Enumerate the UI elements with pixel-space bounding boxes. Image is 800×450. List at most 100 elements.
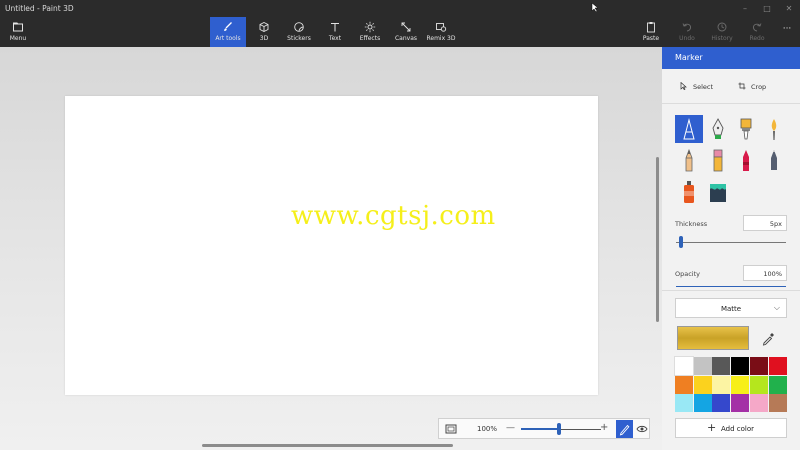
paste-button[interactable]: Paste bbox=[640, 17, 662, 47]
current-color-swatch[interactable] bbox=[677, 326, 749, 350]
tab-label: Canvas bbox=[394, 35, 418, 42]
brush-fill[interactable] bbox=[704, 178, 732, 206]
palette-swatch[interactable] bbox=[768, 357, 787, 375]
action-label: Undo bbox=[679, 35, 695, 42]
add-color-button[interactable]: + Add color bbox=[675, 418, 787, 438]
fit-screen-icon[interactable] bbox=[445, 424, 457, 434]
palette-swatch[interactable] bbox=[712, 357, 731, 375]
workspace: www.cgtsj.com bbox=[0, 47, 662, 450]
drawing-canvas[interactable]: www.cgtsj.com bbox=[65, 96, 598, 395]
palette-swatch[interactable] bbox=[749, 394, 768, 413]
tab-art-tools[interactable]: Art tools bbox=[210, 17, 246, 47]
tab-effects[interactable]: Effects bbox=[356, 17, 384, 47]
finish-value: Matte bbox=[720, 305, 742, 313]
zoom-slider-thumb[interactable] bbox=[557, 423, 561, 435]
crop-button[interactable]: Crop bbox=[738, 82, 766, 91]
sticker-icon bbox=[294, 22, 304, 32]
menu-button[interactable]: Menu bbox=[4, 17, 32, 47]
close-icon[interactable]: ✕ bbox=[783, 3, 795, 14]
history-button[interactable]: History bbox=[708, 17, 736, 47]
horizontal-scrollbar[interactable] bbox=[202, 444, 453, 447]
fill-bucket-icon bbox=[710, 184, 726, 202]
zoom-bar: 100% — + bbox=[438, 418, 650, 439]
brush-pixel-pen[interactable] bbox=[760, 146, 788, 174]
brush-calligraphy-pen[interactable] bbox=[704, 115, 732, 143]
add-color-label: Add color bbox=[721, 425, 755, 433]
palette-swatch[interactable] bbox=[674, 356, 694, 376]
palette-swatch[interactable] bbox=[693, 394, 712, 413]
brush-marker[interactable] bbox=[675, 115, 703, 143]
thickness-slider-track[interactable] bbox=[676, 242, 786, 243]
brush-spray-can[interactable] bbox=[675, 178, 703, 206]
palette-swatch[interactable] bbox=[768, 394, 787, 413]
pen-mode-button[interactable] bbox=[616, 420, 633, 438]
pen-icon bbox=[619, 424, 630, 436]
brush-crayon[interactable] bbox=[732, 146, 760, 174]
text-icon bbox=[331, 23, 339, 32]
tab-stickers[interactable]: Stickers bbox=[284, 17, 314, 47]
pencil-icon bbox=[685, 148, 693, 172]
palette-swatch[interactable] bbox=[675, 375, 693, 394]
select-label: Select bbox=[693, 83, 714, 91]
palette-swatch[interactable] bbox=[731, 394, 750, 413]
opacity-input[interactable]: 100% bbox=[743, 265, 787, 281]
palette-swatch[interactable] bbox=[712, 394, 731, 413]
maximize-icon[interactable]: □ bbox=[761, 3, 773, 14]
brush-icon bbox=[224, 22, 232, 31]
undo-button[interactable]: Undo bbox=[676, 17, 698, 47]
view-icon[interactable] bbox=[636, 424, 648, 434]
brush-watercolor[interactable] bbox=[760, 115, 788, 143]
tab-canvas[interactable]: Canvas bbox=[392, 17, 420, 47]
paste-icon bbox=[647, 22, 655, 33]
palette-swatch[interactable] bbox=[712, 375, 731, 394]
more-icon: ··· bbox=[782, 24, 792, 34]
remix-icon bbox=[436, 23, 447, 32]
watermark-text: www.cgtsj.com bbox=[291, 201, 496, 231]
tab-label: Art tools bbox=[215, 35, 241, 42]
redo-icon bbox=[752, 23, 762, 32]
spray-can-icon bbox=[684, 181, 694, 203]
zoom-out-button[interactable]: — bbox=[506, 423, 515, 433]
palette-swatch[interactable] bbox=[675, 394, 693, 413]
palette-swatch[interactable] bbox=[731, 357, 750, 375]
tab-label: 3D bbox=[259, 35, 269, 42]
watercolor-icon bbox=[771, 119, 777, 140]
tab-label: Remix 3D bbox=[426, 35, 456, 42]
select-button[interactable]: Select bbox=[680, 81, 714, 91]
palette-swatch[interactable] bbox=[749, 357, 768, 375]
pixel-pen-icon bbox=[771, 150, 777, 170]
palette-swatch[interactable] bbox=[731, 375, 750, 394]
panel-header: Marker bbox=[662, 47, 800, 69]
title-bar: Untitled - Paint 3D – □ ✕ bbox=[0, 0, 800, 17]
tab-remix-3d[interactable]: Remix 3D bbox=[426, 17, 456, 47]
minimize-icon[interactable]: – bbox=[739, 3, 751, 14]
thickness-input[interactable]: 5px bbox=[743, 215, 787, 231]
redo-button[interactable]: Redo bbox=[746, 17, 768, 47]
more-button[interactable]: ··· bbox=[778, 17, 796, 47]
vertical-scrollbar[interactable] bbox=[656, 157, 659, 322]
brush-oil[interactable] bbox=[732, 115, 760, 143]
palette-swatch[interactable] bbox=[749, 375, 768, 394]
zoom-slider-fill bbox=[521, 428, 559, 430]
action-label: Paste bbox=[642, 35, 660, 42]
finish-dropdown[interactable]: Matte ⌵ bbox=[675, 298, 787, 318]
thickness-slider-thumb[interactable] bbox=[679, 236, 684, 248]
palette-swatch[interactable] bbox=[693, 375, 712, 394]
tab-3d[interactable]: 3D bbox=[252, 17, 276, 47]
palette-swatch[interactable] bbox=[693, 357, 712, 375]
tab-label: Text bbox=[328, 35, 342, 42]
cursor-icon bbox=[589, 2, 601, 14]
folder-icon bbox=[13, 22, 23, 32]
effects-icon bbox=[364, 21, 376, 33]
undo-icon bbox=[682, 23, 692, 32]
eyedropper-button[interactable] bbox=[758, 329, 778, 349]
opacity-slider-track[interactable] bbox=[676, 286, 786, 287]
thickness-label: Thickness bbox=[675, 220, 708, 228]
tab-text[interactable]: Text bbox=[322, 17, 348, 47]
action-label: Redo bbox=[749, 35, 765, 42]
palette-swatch[interactable] bbox=[768, 375, 787, 394]
zoom-in-button[interactable]: + bbox=[600, 422, 608, 433]
brush-pencil[interactable] bbox=[675, 146, 703, 174]
menu-label: Menu bbox=[9, 35, 27, 42]
brush-eraser[interactable] bbox=[704, 146, 732, 174]
